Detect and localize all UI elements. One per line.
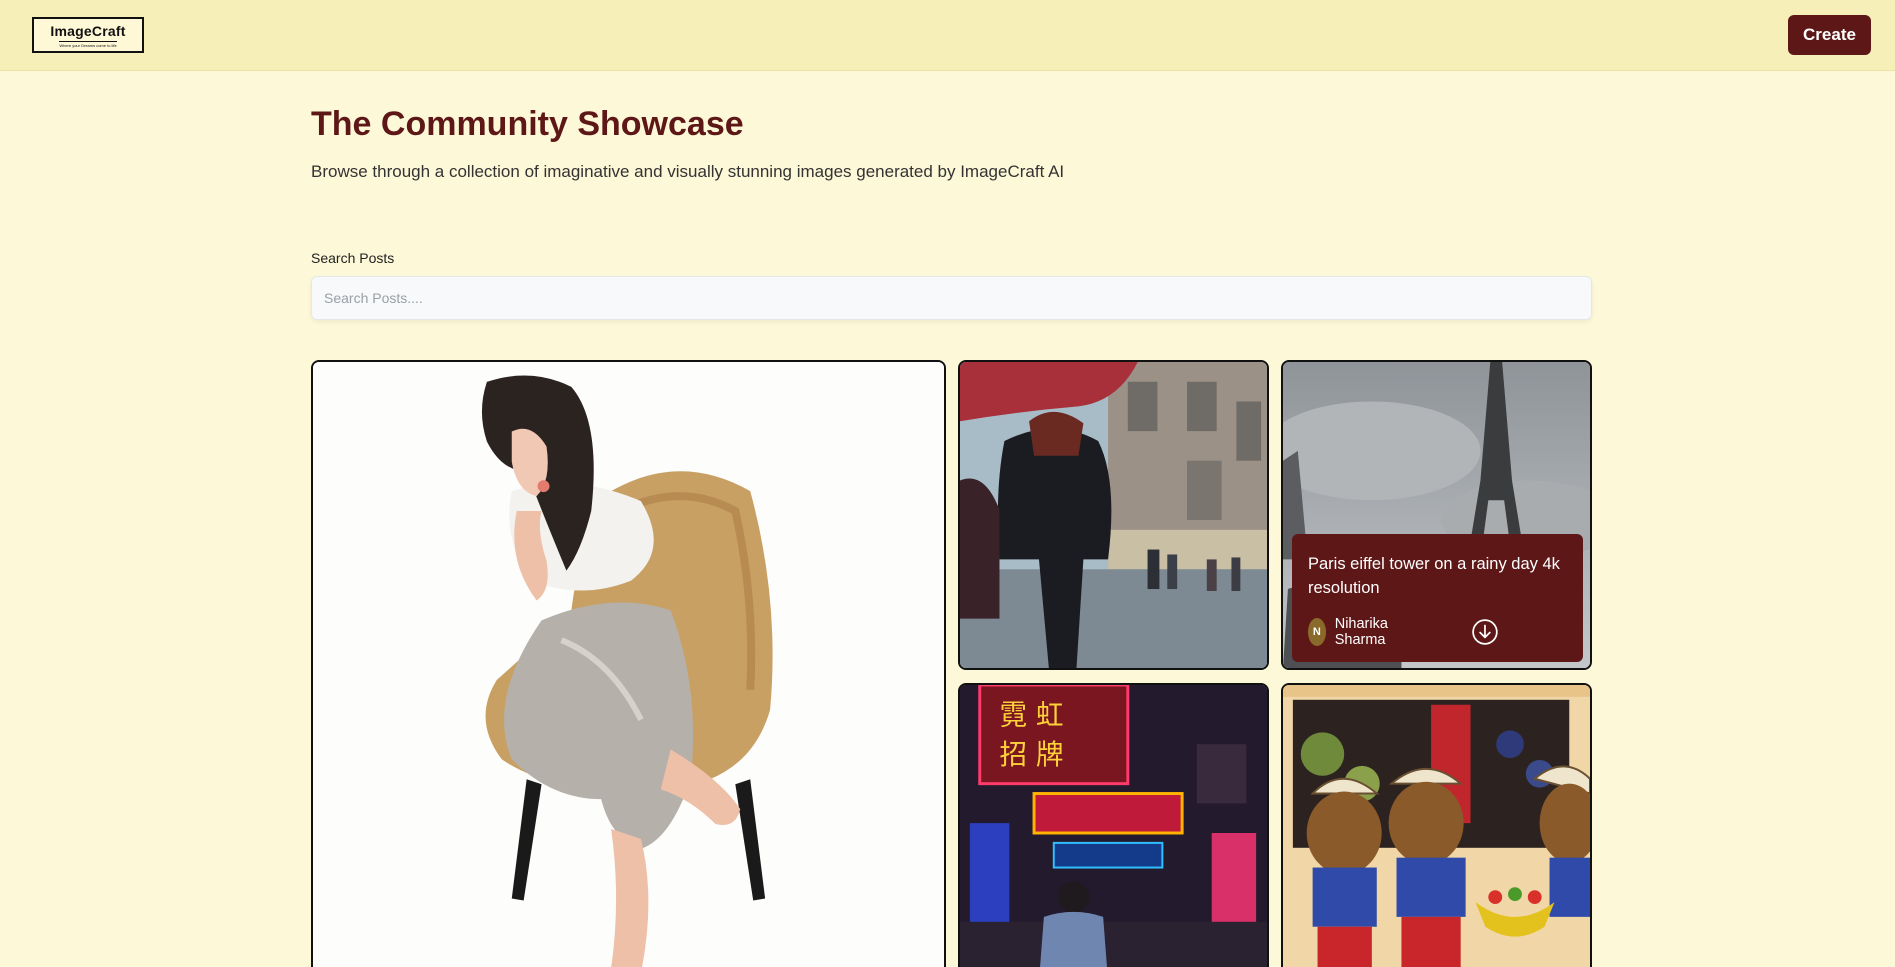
search-label: Search Posts [311,250,395,266]
post-author-row: N Niharika Sharma [1308,616,1567,648]
page-title: The Community Showcase [311,105,744,143]
post-card-red-umbrella[interactable] [958,360,1269,670]
post-card-eiffel-tower[interactable]: Paris eiffel tower on a rainy day 4k res… [1281,360,1592,670]
logo-name: ImageCraft [50,22,126,39]
post-image: 霓 虹 招 牌 [960,685,1267,967]
page-subtitle: Browse through a collection of imaginati… [311,162,1065,181]
post-image [960,362,1267,668]
post-card-neon-street[interactable]: 霓 虹 招 牌 [958,683,1269,967]
create-button[interactable]: Create [1788,15,1871,55]
svg-text:霓 虹: 霓 虹 [999,698,1063,731]
svg-text:招 牌: 招 牌 [999,738,1063,771]
post-author: Niharika Sharma [1334,616,1388,648]
logo-tagline: Where your Dreams come to life [59,40,117,48]
search-input[interactable] [311,276,1592,320]
post-image [313,362,944,967]
post-card-woman-on-chair[interactable] [311,360,946,967]
download-icon[interactable] [1403,618,1567,646]
post-prompt: Paris eiffel tower on a rainy day 4k res… [1308,555,1560,597]
imagecraft-logo[interactable]: ImageCraft Where your Dreams come to lif… [32,17,144,53]
avatar: N [1308,618,1326,646]
post-hover-overlay: Paris eiffel tower on a rainy day 4k res… [1292,534,1583,662]
post-image [1283,685,1590,967]
post-card-cartoon-bears[interactable] [1281,683,1592,967]
top-navbar: ImageCraft Where your Dreams come to lif… [0,0,1895,71]
